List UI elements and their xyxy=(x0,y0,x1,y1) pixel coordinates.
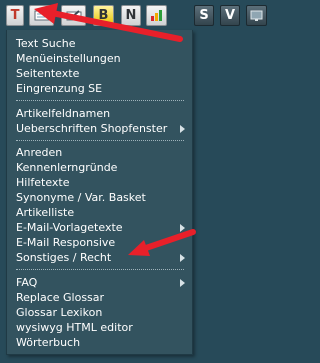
text-tool-label: T xyxy=(10,8,20,23)
menu-item-ueberschriften-shopfenster[interactable]: Ueberschriften Shopfenster xyxy=(16,121,167,136)
bar-chart-icon xyxy=(150,10,162,21)
menu-item-woerterbuch[interactable]: Wörterbuch xyxy=(16,335,80,350)
toolbar: T B N S V xyxy=(0,0,277,30)
page-tool-button[interactable] xyxy=(29,5,54,26)
page-icon xyxy=(34,10,49,21)
pencil-icon xyxy=(66,10,81,21)
menu-item-eingrenzung-se[interactable]: Eingrenzung SE xyxy=(16,81,102,96)
s-tool-button[interactable]: S xyxy=(194,5,214,26)
menu-item-menueinstellungen[interactable]: Menüeinstellungen xyxy=(16,51,121,66)
menu-item-email-responsive[interactable]: E-Mail Responsive xyxy=(16,235,115,250)
menu-item-artikelliste[interactable]: Artikelliste xyxy=(16,205,74,220)
text-tool-button[interactable]: T xyxy=(6,5,24,26)
submenu-arrow-icon xyxy=(180,224,185,232)
s-tool-label: S xyxy=(199,8,209,23)
menu-item-replace-glossar[interactable]: Replace Glossar xyxy=(16,290,104,305)
menu-item-kennenlerngruende[interactable]: Kennenlerngründe xyxy=(16,160,117,175)
menu-item-artikelfeldnamen[interactable]: Artikelfeldnamen xyxy=(16,106,110,121)
monitor-icon xyxy=(250,10,263,21)
submenu-arrow-icon xyxy=(180,125,185,133)
chart-tool-button[interactable] xyxy=(146,5,167,26)
menu-item-text-suche[interactable]: Text Suche xyxy=(16,36,76,51)
submenu-arrow-icon xyxy=(180,279,185,287)
submenu-arrow-icon xyxy=(180,254,185,262)
menu-separator xyxy=(16,140,184,141)
n-tool-button[interactable]: N xyxy=(121,5,141,26)
menu-item-hilfetexte[interactable]: Hilfetexte xyxy=(16,175,70,190)
menu-item-glossar-lexikon[interactable]: Glossar Lexikon xyxy=(16,305,102,320)
bold-tool-button[interactable]: B xyxy=(93,5,114,26)
dropdown-menu: Text Suche Menüeinstellungen Seitentexte… xyxy=(6,30,193,355)
monitor-tool-button[interactable] xyxy=(246,5,267,26)
v-tool-button[interactable]: V xyxy=(220,5,240,26)
menu-item-seitentexte[interactable]: Seitentexte xyxy=(16,66,79,81)
menu-item-faq[interactable]: FAQ xyxy=(16,275,37,290)
menu-item-synonyme-var-basket[interactable]: Synonyme / Var. Basket xyxy=(16,190,146,205)
menu-separator xyxy=(16,269,184,270)
bold-tool-label: B xyxy=(98,8,109,23)
menu-separator xyxy=(16,100,184,101)
edit-tool-button[interactable] xyxy=(61,5,86,26)
v-tool-label: V xyxy=(224,8,236,23)
n-tool-label: N xyxy=(125,8,137,23)
menu-item-anreden[interactable]: Anreden xyxy=(16,145,62,160)
menu-item-email-vorlagetexte[interactable]: E-Mail-Vorlagetexte xyxy=(16,220,123,235)
menu-item-wysiwyg-html-editor[interactable]: wysiwyg HTML editor xyxy=(16,320,133,335)
menu-item-sonstiges-recht[interactable]: Sonstiges / Recht xyxy=(16,250,111,265)
